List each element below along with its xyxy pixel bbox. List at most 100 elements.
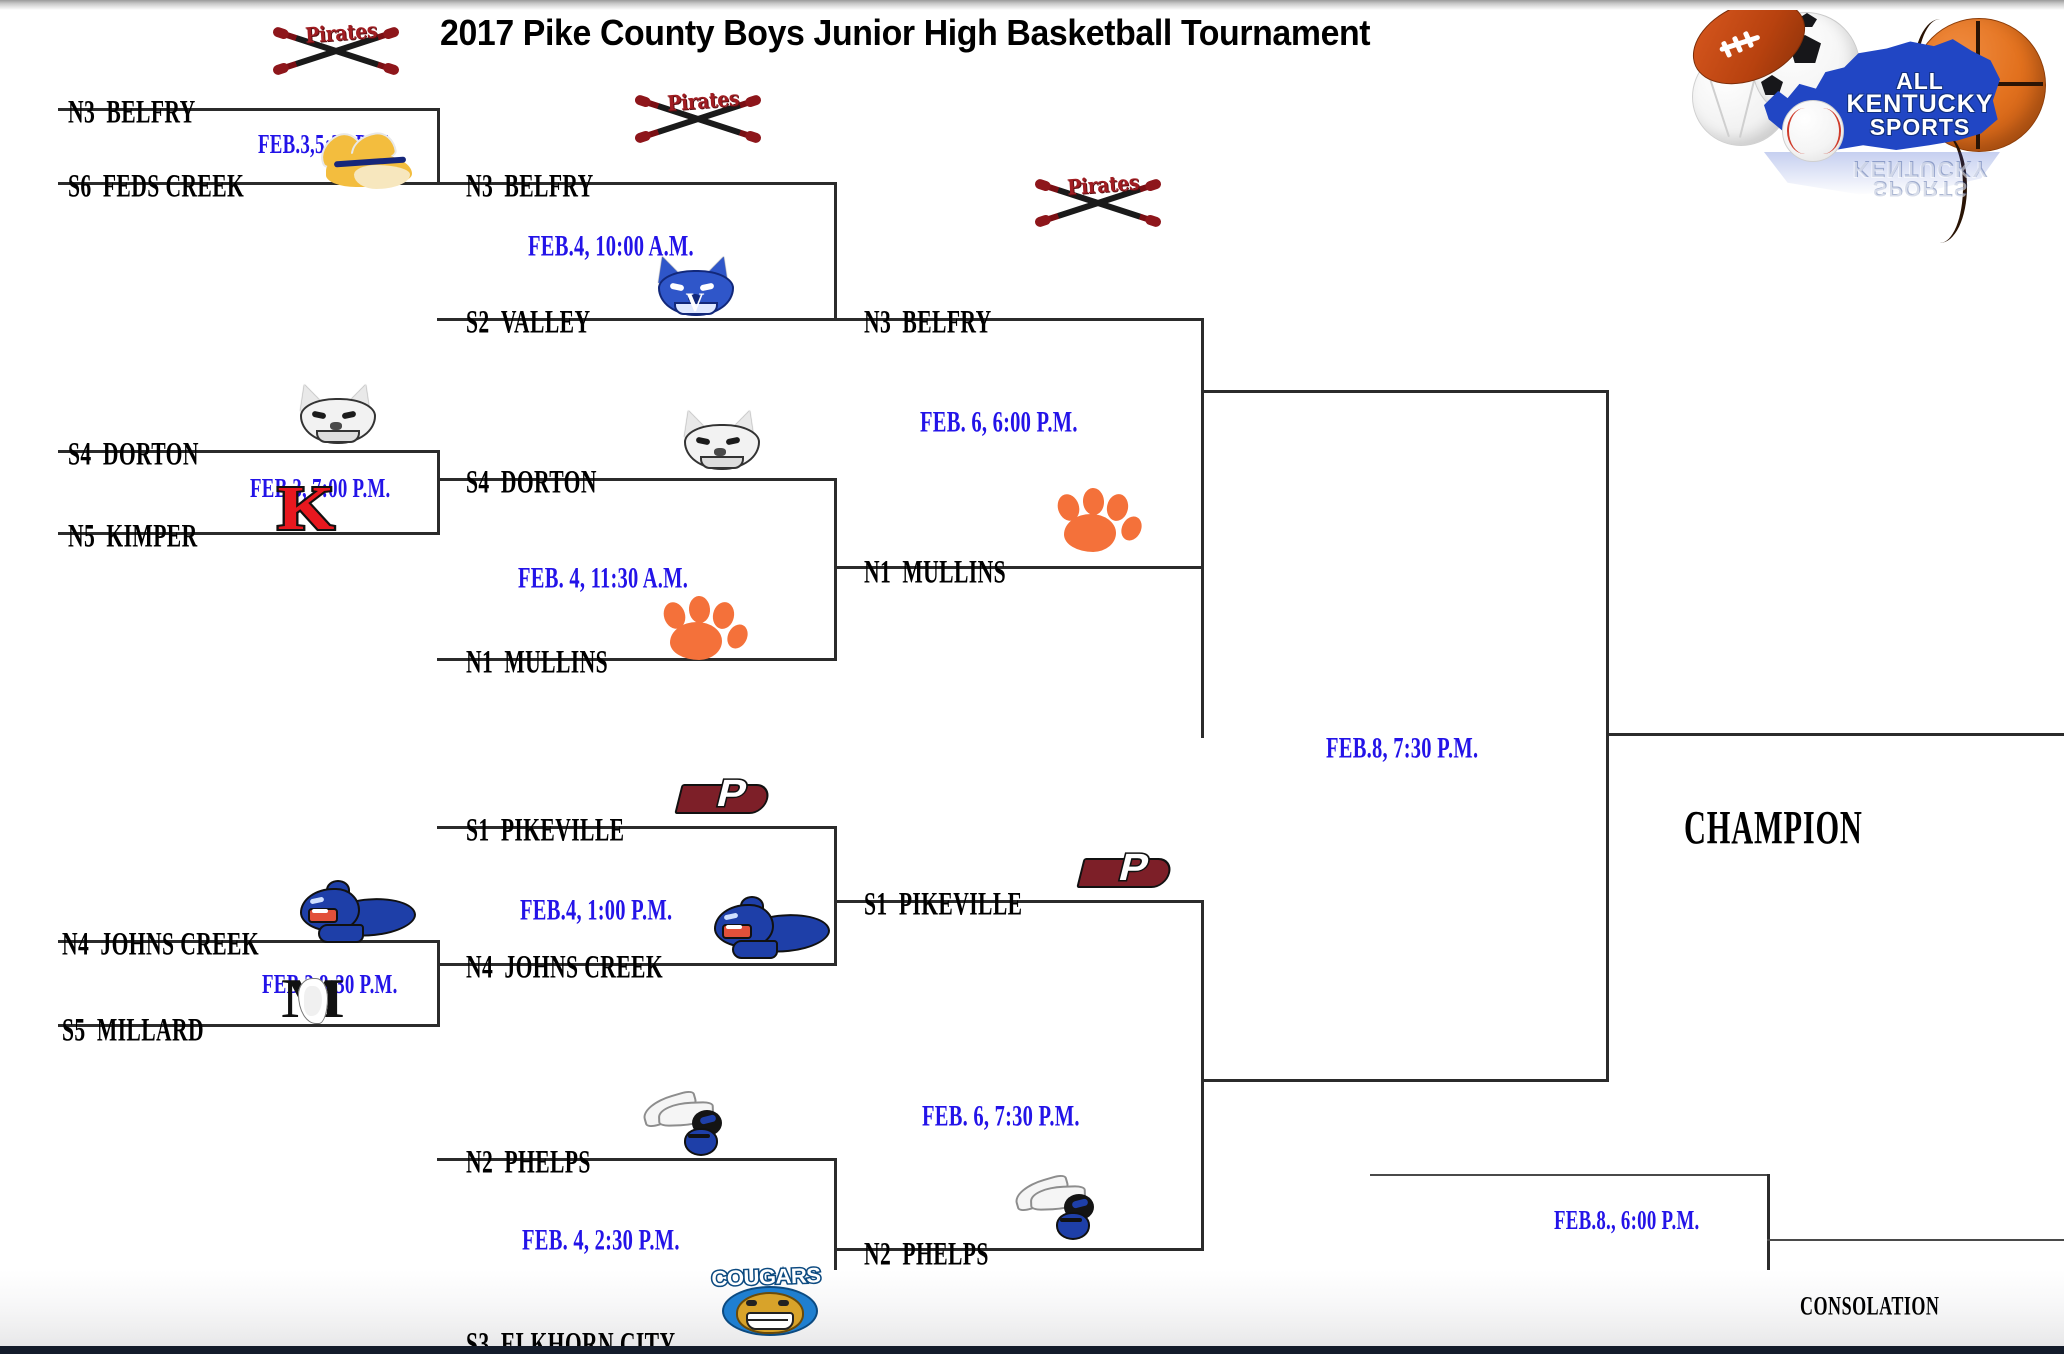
team-name: BELFRY <box>504 167 594 204</box>
team-name: BELFRY <box>902 303 992 340</box>
r1-g3-top-team: N4 JOHNS CREEK <box>62 925 259 963</box>
r1-g2-right-connector <box>437 450 440 534</box>
seed: N5 <box>68 517 96 554</box>
sf-2-bottom-team: N2 PHELPS <box>864 1235 989 1273</box>
seed: N3 <box>68 93 96 130</box>
final-datetime: FEB.8, 7:30 P.M. <box>1326 732 1479 765</box>
r2-g3-datetime: FEB.4, 1:00 P.M. <box>520 894 673 927</box>
pirates-logo: Pirates <box>633 85 763 152</box>
team-name: DORTON <box>500 463 597 500</box>
bracket-canvas: 2017 Pike County Boys Junior High Basket… <box>0 0 2064 1354</box>
seed: S4 <box>68 435 92 472</box>
r2-g3-top-team: S1 PIKEVILLE <box>466 811 624 849</box>
seed: S2 <box>466 303 490 340</box>
team-name: PIKEVILLE <box>500 811 625 848</box>
sf-2-datetime: FEB. 6, 7:30 P.M. <box>922 1100 1080 1133</box>
team-name: PHELPS <box>504 1143 591 1180</box>
r2-g1-top-team: N3 BELFRY <box>466 167 594 205</box>
wildcat-logo <box>670 406 770 470</box>
valley-wildcat-logo: V <box>644 252 744 316</box>
hornet-logo <box>639 1088 736 1156</box>
seed: S5 <box>62 1011 86 1048</box>
paw-logo <box>1048 487 1146 552</box>
team-name: JOHNS CREEK <box>100 925 260 962</box>
page-title: 2017 Pike County Boys Junior High Basket… <box>440 12 1371 53</box>
r1-g1-right-connector <box>437 108 440 184</box>
seed: N2 <box>864 1235 892 1272</box>
team-name: MILLARD <box>96 1011 205 1048</box>
r2-g2-bottom-team: N1 MULLINS <box>466 643 608 681</box>
all-kentucky-sports-logo: ALL KENTUCKY SPORTS KENTUCKY SPORTS <box>1679 0 2060 243</box>
millard-m-logo: M <box>274 970 352 1030</box>
r1-g2-bottom-team: N5 KIMPER <box>68 517 198 555</box>
team-name: FEDS CREEK <box>102 167 245 204</box>
team-name: VALLEY <box>500 303 591 340</box>
cougars-logo: COUGARS <box>710 1263 822 1336</box>
seed: N3 <box>466 167 494 204</box>
bottom-edge-bar <box>0 1346 2064 1354</box>
team-name: JOHNS CREEK <box>504 948 664 985</box>
champion-label: CHAMPION <box>1684 802 1863 855</box>
r2-g1-bottom-team: S2 VALLEY <box>466 303 590 341</box>
sf-2-top-team: S1 PIKEVILLE <box>864 885 1022 923</box>
sf-1-datetime: FEB. 6, 6:00 P.M. <box>920 406 1078 439</box>
seed: N2 <box>466 1143 494 1180</box>
consolation-datetime: FEB.8., 6:00 P.M. <box>1554 1204 1700 1235</box>
r2-g2-top-team: S4 DORTON <box>466 463 597 501</box>
team-name: MULLINS <box>504 643 609 680</box>
consolation-winner-line <box>1767 1239 2064 1241</box>
seed: N4 <box>466 948 494 985</box>
panther-logo <box>296 880 418 944</box>
seed: S1 <box>864 885 888 922</box>
final-top-line <box>1201 390 1609 393</box>
seed: N4 <box>62 925 90 962</box>
seed: N1 <box>864 553 892 590</box>
team-name: MULLINS <box>902 553 1007 590</box>
pikeville-p-logo: P <box>674 771 772 820</box>
team-name: DORTON <box>102 435 199 472</box>
r2-g4-datetime: FEB. 4, 2:30 P.M. <box>522 1224 680 1257</box>
team-name: PIKEVILLE <box>898 885 1023 922</box>
team-name: PHELPS <box>902 1235 989 1272</box>
r1-g3-right-connector <box>437 940 440 1026</box>
r2-g3-bottom-team: N4 JOHNS CREEK <box>466 948 663 986</box>
wildcat-logo <box>286 380 386 444</box>
sf-1-top-team: N3 BELFRY <box>864 303 992 341</box>
paw-logo <box>654 595 752 660</box>
r2-g4-top-team: N2 PHELPS <box>466 1143 591 1181</box>
hornet-logo <box>1011 1172 1108 1240</box>
sf-1-bottom-team: N1 MULLINS <box>864 553 1006 591</box>
r1-g3-bottom-team: S5 MILLARD <box>62 1011 204 1049</box>
consolation-top-line <box>1370 1174 1770 1176</box>
seed: N1 <box>466 643 494 680</box>
bottom-edge-gradient <box>0 1270 2064 1348</box>
sf-2-right-connector <box>1201 900 1204 1250</box>
team-name: KIMPER <box>106 517 198 554</box>
r1-g1-bottom-team: S6 FEDS CREEK <box>68 167 244 205</box>
panther-logo <box>710 896 832 960</box>
top-edge-gradient <box>0 0 2064 10</box>
pirates-logo: Pirates <box>1033 169 1163 236</box>
final-bottom-line <box>1201 1079 1609 1082</box>
r1-g1-top-team: N3 BELFRY <box>68 93 196 131</box>
r2-g1-right-connector <box>834 182 837 321</box>
r1-g2-top-team: S4 DORTON <box>68 435 199 473</box>
sf-1-right-connector <box>1201 318 1204 738</box>
consolation-label: CONSOLATION <box>1800 1290 1940 1321</box>
final-right-connector <box>1606 390 1609 1082</box>
pikeville-p-logo: P <box>1076 845 1174 894</box>
seed: S6 <box>68 167 92 204</box>
r2-g3-right-connector <box>834 826 837 966</box>
r2-g2-datetime: FEB. 4, 11:30 A.M. <box>518 562 689 595</box>
team-name: BELFRY <box>106 93 196 130</box>
pirates-logo: Pirates <box>271 17 401 84</box>
seed: S1 <box>466 811 490 848</box>
logo-reflection-line-2: SPORTS <box>1871 177 1969 202</box>
vikings-logo <box>312 126 418 191</box>
seed: N3 <box>864 303 892 340</box>
seed: S4 <box>466 463 490 500</box>
logo-line-3: SPORTS <box>1869 114 1971 140</box>
r2-g2-right-connector <box>834 478 837 660</box>
kimper-k-logo: K <box>275 475 337 543</box>
champion-line <box>1606 733 2064 736</box>
